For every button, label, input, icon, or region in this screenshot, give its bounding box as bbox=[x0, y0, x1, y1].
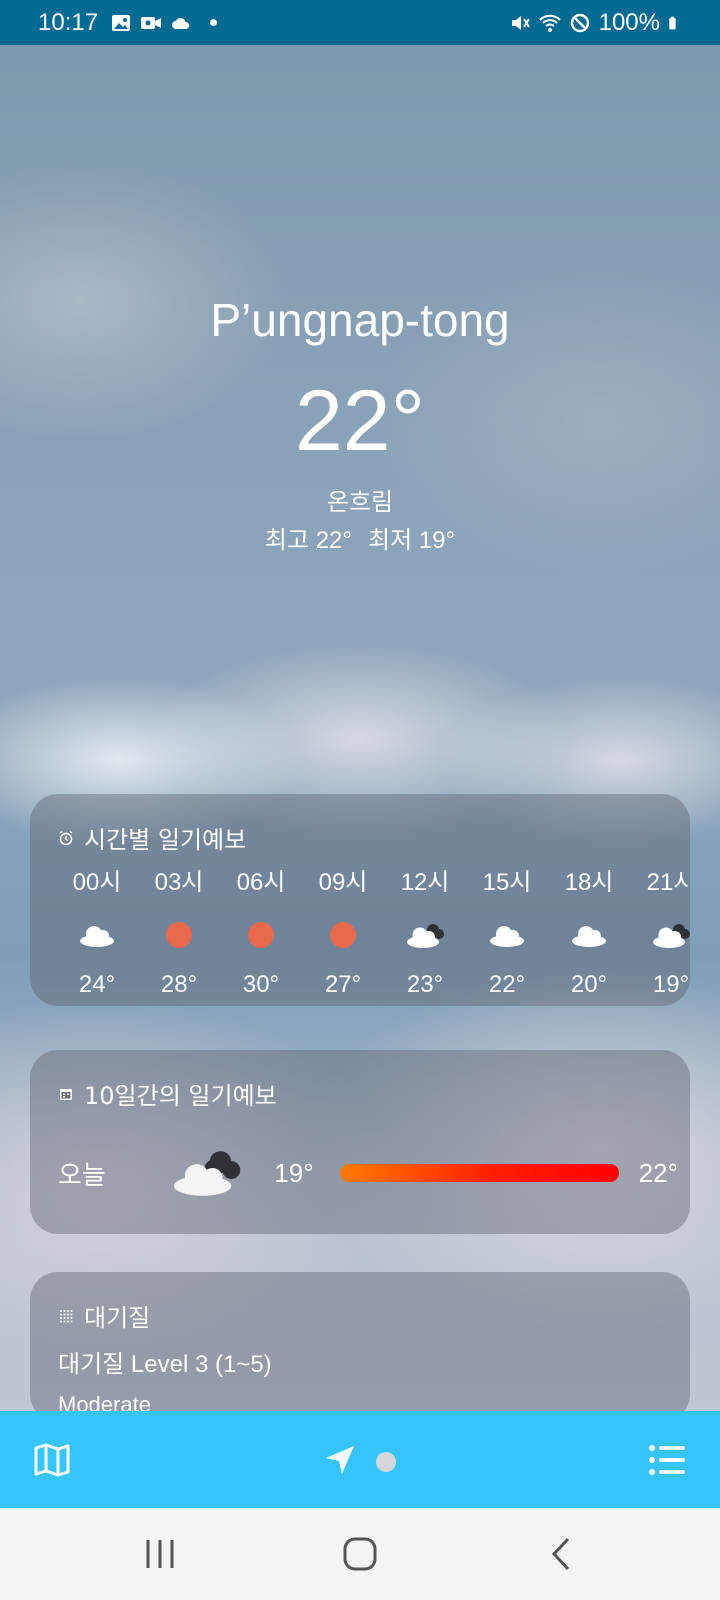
hourly-icon-wrap bbox=[466, 919, 548, 951]
cloudy-icon bbox=[174, 1151, 241, 1196]
status-time: 10:17 bbox=[38, 8, 99, 36]
city-name: P’ungnap-tong bbox=[210, 294, 510, 346]
hourly-time: 06시 bbox=[236, 869, 286, 896]
hourly-icon-wrap bbox=[630, 919, 690, 951]
cloud-icon bbox=[172, 17, 190, 29]
hourly-item: 09시 27° bbox=[302, 862, 384, 999]
gallery-icon bbox=[112, 14, 131, 31]
hourly-icon-wrap bbox=[220, 919, 302, 951]
air-quality-title: 대기질 bbox=[58, 1298, 150, 1333]
system-navigation-bar bbox=[0, 1508, 720, 1600]
location-arrow-icon[interactable] bbox=[324, 1444, 356, 1476]
hourly-temp: 27° bbox=[324, 971, 362, 998]
cloudy-icon bbox=[653, 924, 690, 948]
hourly-icon-wrap bbox=[56, 919, 138, 951]
hourly-time: 03시 bbox=[154, 869, 204, 896]
video-icon bbox=[141, 16, 162, 29]
status-bar: 10:17 100% bbox=[0, 0, 720, 45]
block-icon bbox=[570, 13, 589, 32]
sun-icon bbox=[330, 922, 356, 948]
cloud-icon bbox=[572, 926, 606, 947]
hourly-time: 21시 bbox=[646, 869, 690, 896]
hourly-item: 21시 19° bbox=[630, 862, 690, 999]
home-icon[interactable] bbox=[340, 1536, 380, 1572]
back-icon[interactable] bbox=[544, 1536, 584, 1572]
recents-icon[interactable] bbox=[140, 1536, 180, 1572]
hourly-item: 18시 20° bbox=[548, 862, 630, 999]
weather-condition: 온흐림 bbox=[326, 488, 394, 516]
battery-percent: 100% bbox=[598, 8, 660, 36]
calendar-icon bbox=[60, 1088, 72, 1100]
hourly-temp: 30° bbox=[242, 971, 280, 998]
air-quality-title-text: 대기질 bbox=[84, 1304, 151, 1332]
hourly-icon-wrap bbox=[384, 919, 466, 951]
list-icon[interactable] bbox=[648, 1443, 686, 1477]
hourly-temp: 19° bbox=[652, 971, 690, 998]
mute-icon bbox=[511, 15, 530, 30]
bottom-app-bar bbox=[0, 1411, 720, 1508]
high-low: 최고 22° 최저 19° bbox=[0, 520, 720, 555]
hourly-list[interactable]: 00시 24° 03시 28° 06시 30° 09시 27° 12시 23° 15시 22° 18시 2… bbox=[56, 862, 690, 999]
hourly-icon-wrap bbox=[548, 919, 630, 951]
air-quality-level: 대기질 Level 3 (1~5) bbox=[58, 1351, 272, 1378]
hourly-temp: 22° bbox=[488, 971, 526, 998]
hourly-time: 18시 bbox=[564, 869, 614, 896]
hourly-temp: 20° bbox=[570, 971, 608, 998]
hourly-icon-wrap bbox=[302, 919, 384, 951]
alarm-clock-icon bbox=[59, 830, 73, 845]
hourly-item: 06시 30° bbox=[220, 862, 302, 999]
dots-grid-icon bbox=[60, 1309, 73, 1322]
temperature-range-bar bbox=[339, 1164, 619, 1182]
hourly-time: 09시 bbox=[318, 869, 368, 896]
wifi-icon bbox=[538, 14, 561, 32]
hourly-item: 03시 28° bbox=[138, 862, 220, 999]
hourly-temp: 28° bbox=[160, 971, 198, 998]
cloud-icon bbox=[490, 926, 524, 947]
hourly-item: 00시 24° bbox=[56, 862, 138, 999]
sun-icon bbox=[166, 922, 192, 948]
hourly-time: 00시 bbox=[72, 869, 122, 896]
sun-icon bbox=[248, 922, 274, 948]
cloud-icon bbox=[80, 926, 114, 947]
day-row-today[interactable]: 오늘 19° 22° bbox=[58, 1148, 678, 1198]
current-temperature: 22° bbox=[294, 373, 426, 469]
hourly-icon-wrap bbox=[138, 919, 220, 951]
hourly-item: 12시 23° bbox=[384, 862, 466, 999]
page-indicator-dot bbox=[376, 1452, 396, 1472]
hourly-item: 15시 22° bbox=[466, 862, 548, 999]
day-min-temp: 19° bbox=[274, 1157, 314, 1188]
low-temp: 최저 19° bbox=[368, 527, 456, 554]
notification-dot bbox=[210, 19, 218, 26]
map-icon[interactable] bbox=[34, 1443, 70, 1477]
day-max-temp: 22° bbox=[638, 1157, 678, 1188]
ten-day-title-text: 10일간의 일기예보 bbox=[84, 1082, 277, 1110]
hourly-temp: 23° bbox=[406, 971, 444, 998]
ten-day-forecast-card[interactable]: 10일간의 일기예보 오늘 19° 22° bbox=[30, 1050, 690, 1234]
hourly-time: 15시 bbox=[482, 869, 532, 896]
cloudy-icon bbox=[407, 924, 444, 948]
air-quality-card[interactable]: 대기질 대기질 Level 3 (1~5) Moderate bbox=[30, 1272, 690, 1422]
hourly-time: 12시 bbox=[400, 869, 450, 896]
day-name: 오늘 bbox=[58, 1160, 106, 1191]
hourly-title-text: 시간별 일기예보 bbox=[84, 826, 247, 854]
ten-day-title: 10일간의 일기예보 bbox=[58, 1076, 277, 1111]
high-temp: 최고 22° bbox=[264, 527, 352, 554]
hourly-temp: 24° bbox=[78, 971, 116, 998]
hourly-title: 시간별 일기예보 bbox=[58, 820, 246, 855]
hourly-forecast-card[interactable]: 시간별 일기예보 00시 24° 03시 28° 06시 30° 09시 27° 12시 23° 1… bbox=[30, 794, 690, 1006]
battery-icon bbox=[669, 16, 676, 29]
